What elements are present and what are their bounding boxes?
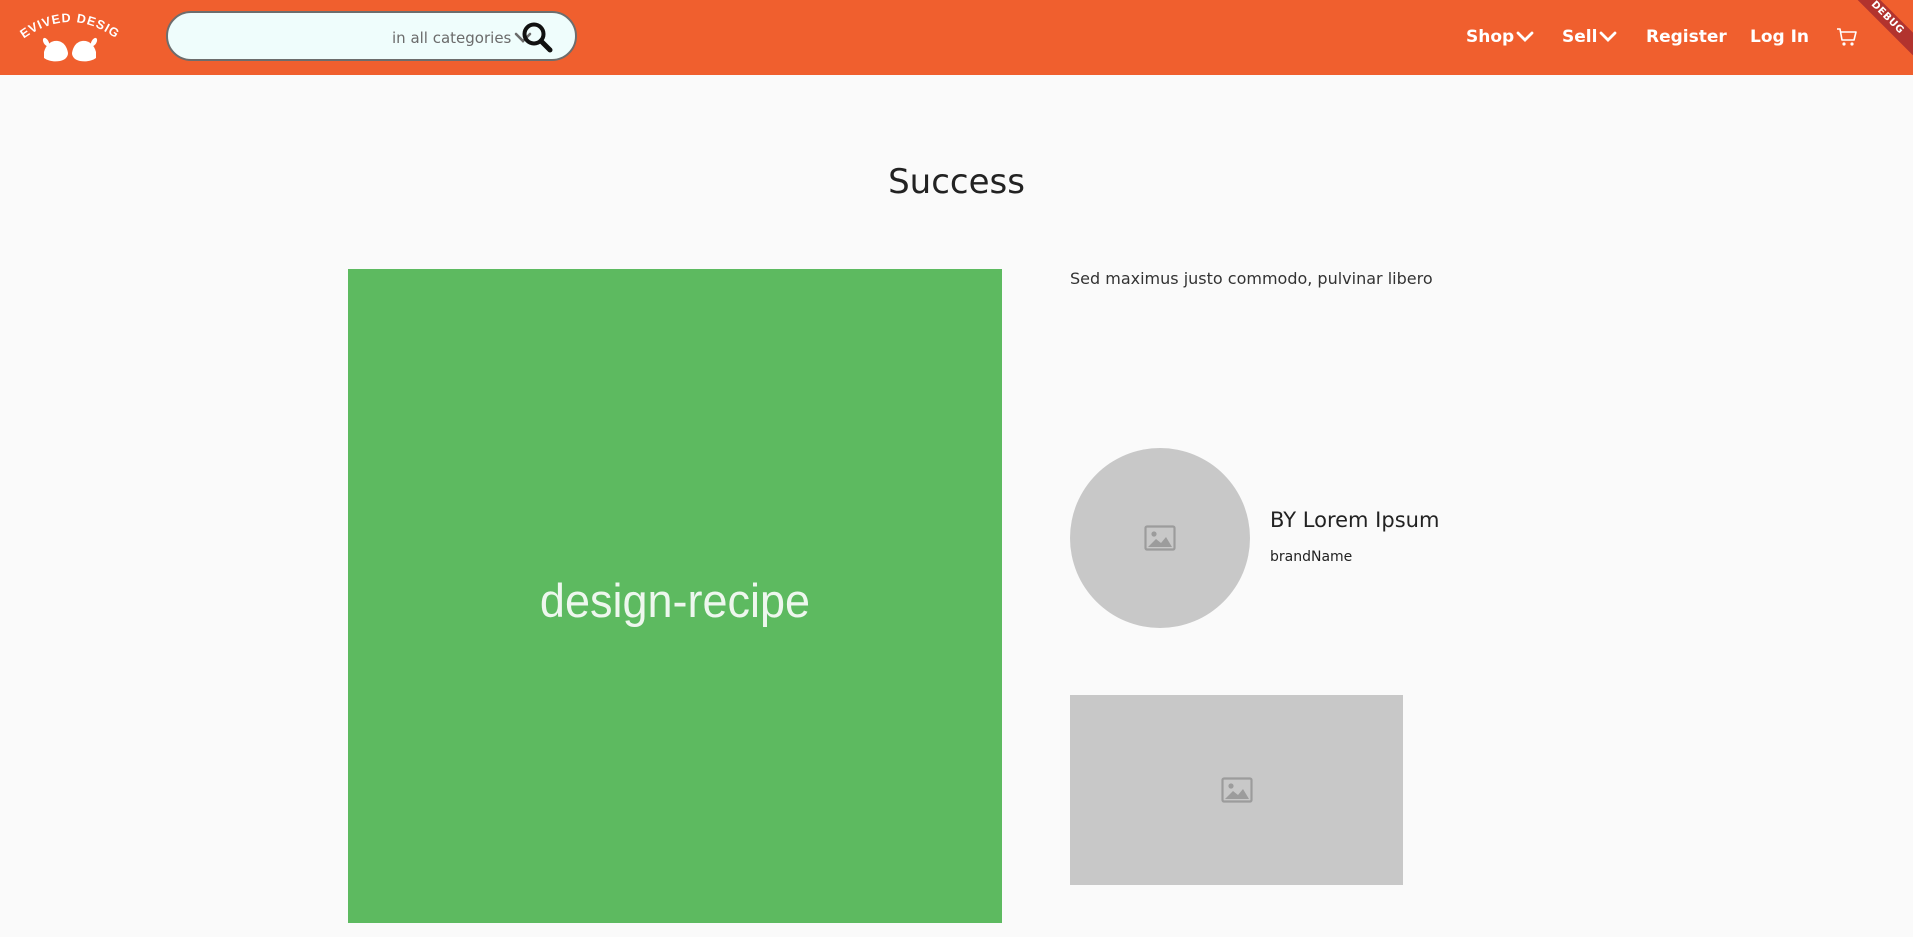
login-link[interactable]: Log In: [1750, 24, 1809, 50]
chevron-down-icon: [1516, 31, 1534, 42]
search-icon: [522, 22, 553, 53]
nav-sell-label: Sell: [1562, 27, 1598, 47]
designer-name[interactable]: BY Lorem Ipsum: [1270, 508, 1439, 532]
product-image-label: design-recipe: [539, 573, 811, 628]
product-description: Sed maximus justo commodo, pulvinar libe…: [1070, 269, 1433, 288]
top-bar: REVIVED DESIGN in all categories S: [0, 0, 1913, 75]
nav-sell[interactable]: Sell: [1562, 24, 1617, 50]
logo-hands-icon: [42, 37, 98, 62]
secondary-image: [1070, 695, 1403, 885]
nav-shop[interactable]: Shop: [1466, 24, 1534, 50]
svg-text:REVIVED DESIGN: REVIVED DESIGN: [14, 6, 122, 41]
product-image: design-recipe: [348, 269, 1002, 923]
search-input[interactable]: [186, 23, 380, 53]
image-placeholder-icon: [1220, 777, 1253, 803]
chevron-down-icon: [1600, 31, 1617, 42]
category-select[interactable]: in all categories: [392, 27, 532, 49]
brand-name: brandName: [1270, 549, 1353, 565]
category-label: in all categories: [392, 29, 512, 47]
debug-banner-label: DEBUG: [1843, 0, 1913, 67]
register-link[interactable]: Register: [1646, 24, 1727, 50]
designer-avatar: [1070, 448, 1250, 628]
debug-banner: DEBUG: [1843, 0, 1913, 70]
nav-shop-label: Shop: [1466, 27, 1515, 47]
search-bar: in all categories: [166, 11, 577, 61]
revived-design-logo[interactable]: REVIVED DESIGN: [9, 0, 126, 68]
search-button[interactable]: [520, 20, 554, 54]
image-placeholder-icon: [1144, 525, 1176, 551]
page-title: Success: [888, 162, 1025, 202]
